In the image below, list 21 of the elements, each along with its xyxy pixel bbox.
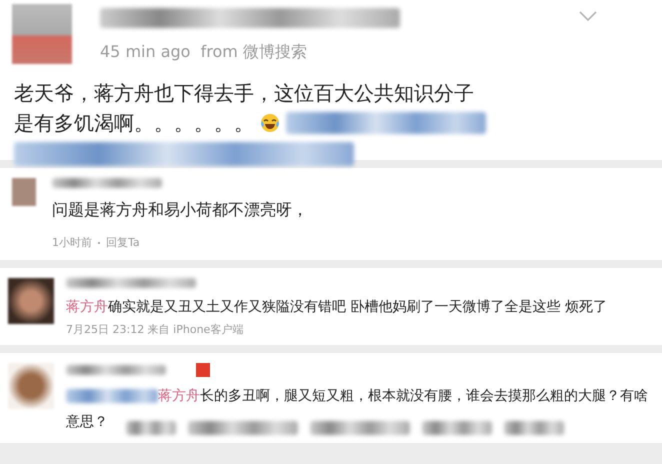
blurred-text	[126, 421, 176, 435]
avatar	[12, 178, 36, 206]
comment-text: 蒋方舟确实就是又丑又土又作又狭隘没有错吧 卧槽他妈刷了一天微博了全是这些 烦死了	[66, 298, 607, 316]
reply-link[interactable]: 回复Ta	[106, 235, 140, 250]
chevron-down-icon[interactable]	[578, 10, 598, 22]
post-text-line: 老天爷，蒋方舟也下得去手，这位百大公共知识分子	[14, 80, 474, 107]
post-meta: 45 min ago from 微博搜索	[100, 42, 308, 63]
avatar	[8, 363, 54, 409]
badge-icon	[196, 363, 210, 377]
blurred-text	[504, 421, 564, 435]
blurred-text	[422, 421, 492, 435]
avatar	[12, 4, 72, 64]
mention-link[interactable]: 蒋方舟	[66, 299, 108, 315]
comment-meta: 7月25日 23:12 来自 iPhone客户端	[66, 322, 244, 337]
separator-dot	[98, 242, 100, 244]
avatar	[8, 278, 54, 324]
comment-time: 1小时前	[52, 235, 92, 250]
post-text-line: 是有多饥渴啊。。。。。。	[14, 110, 254, 137]
mention-link[interactable]: 蒋方舟	[158, 388, 200, 404]
comment-text: 问题是蒋方舟和易小荷都不漂亮呀，	[52, 199, 308, 221]
laughing-face-icon	[260, 113, 280, 133]
